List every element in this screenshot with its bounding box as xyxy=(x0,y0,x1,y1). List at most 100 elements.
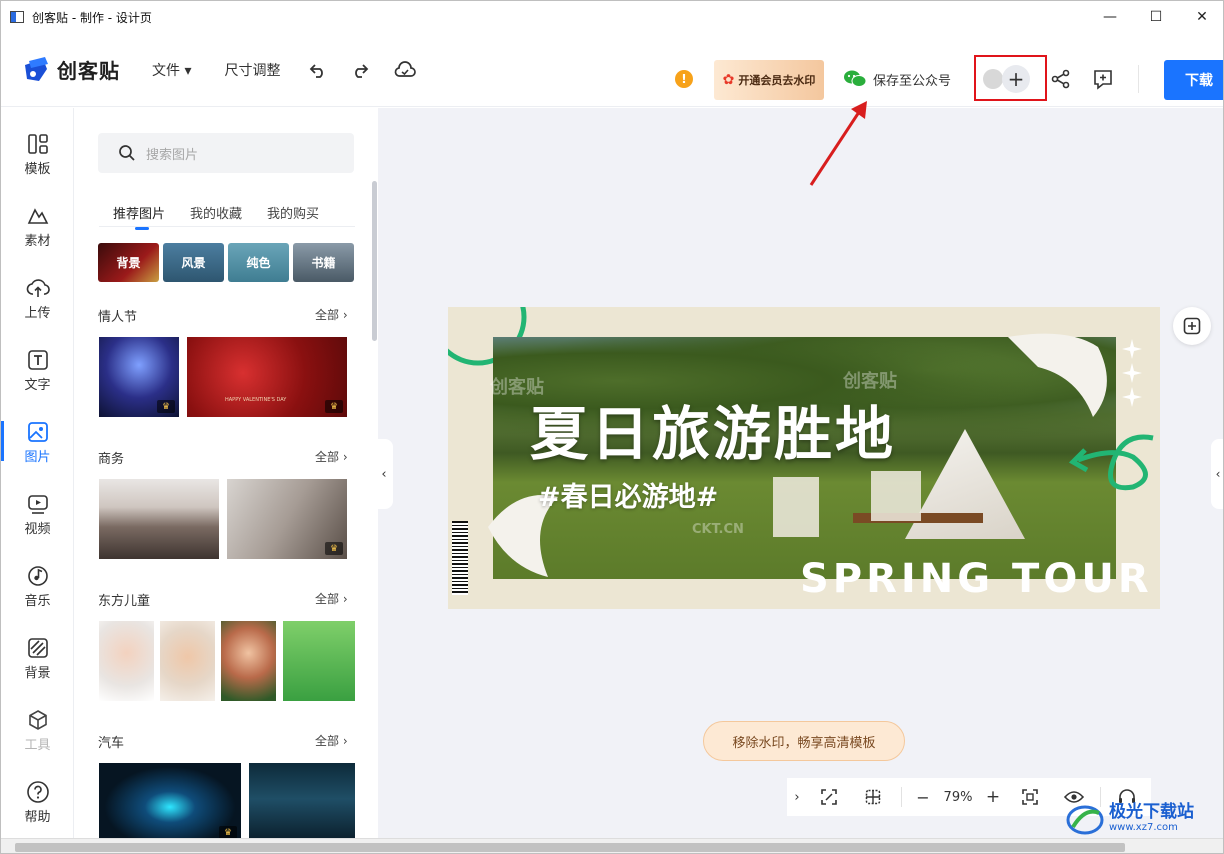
chevron-left-icon: ‹ xyxy=(1215,467,1221,481)
paper-curl-decoration xyxy=(1008,333,1107,417)
panel-tabs: 推荐图片 我的收藏 我的购买 xyxy=(99,203,355,230)
nav-item-template[interactable]: 模板 xyxy=(1,130,74,190)
left-nav: 模板 素材 上传 文字 图片 视频 音乐 背景 工具 帮助 xyxy=(1,108,74,838)
category-books[interactable]: 书籍 xyxy=(293,243,354,282)
image-thumbnail[interactable]: ♛ xyxy=(99,763,241,838)
nav-item-help[interactable]: 帮助 xyxy=(1,778,74,838)
nav-label: 背景 xyxy=(24,666,51,681)
tab-favorites[interactable]: 我的收藏 xyxy=(190,203,242,226)
fullscreen-button[interactable] xyxy=(1008,788,1052,806)
nav-item-image[interactable]: 图片 xyxy=(1,418,74,478)
grid-icon xyxy=(865,789,881,805)
crown-icon: ♛ xyxy=(157,400,175,413)
horizontal-scrollbar[interactable] xyxy=(1,838,1223,853)
design-heading[interactable]: 夏日旅游胜地 xyxy=(530,387,896,471)
zoom-level[interactable]: 79% xyxy=(938,790,978,805)
panel-scrollbar[interactable] xyxy=(372,181,377,341)
image-thumbnail[interactable] xyxy=(221,621,276,701)
collapse-panel-button[interactable]: ‹ xyxy=(375,439,393,509)
add-page-button[interactable] xyxy=(1173,307,1211,345)
resize-menu[interactable]: 尺寸调整 xyxy=(224,60,280,80)
zoom-divider xyxy=(901,787,902,807)
image-thumbnail[interactable] xyxy=(160,621,215,701)
template-icon xyxy=(27,134,48,154)
image-thumbnail[interactable]: ♛ xyxy=(227,479,347,559)
zoom-out-button[interactable]: − xyxy=(908,788,938,807)
search-input[interactable]: 搜索图片 xyxy=(98,133,354,173)
redo-button[interactable] xyxy=(349,59,371,81)
material-icon xyxy=(27,208,48,224)
view-all-link[interactable]: 全部 › xyxy=(315,590,348,607)
nav-item-text[interactable]: 文字 xyxy=(1,346,74,406)
video-icon xyxy=(27,495,48,514)
logo[interactable]: 创客贴 xyxy=(21,55,120,85)
image-thumbnail[interactable] xyxy=(99,621,154,701)
warning-icon[interactable]: ! xyxy=(675,70,693,88)
minimize-button[interactable]: — xyxy=(1087,1,1133,33)
nav-item-material[interactable]: 素材 xyxy=(1,202,74,262)
music-icon xyxy=(27,566,48,586)
nav-label: 工具 xyxy=(24,738,51,753)
expand-toolbar-button[interactable]: › xyxy=(787,790,807,805)
app-window: 创客贴 - 制作 - 设计页 — ☐ ✕ 创客贴 文件 ▾ 尺寸调整 ! ✿ 开… xyxy=(0,0,1224,854)
logo-text: 创客贴 xyxy=(57,59,120,83)
chair xyxy=(871,471,921,521)
sparkle-icon xyxy=(1122,339,1142,407)
chair xyxy=(773,477,819,537)
text-icon xyxy=(27,350,48,370)
grid-toggle-button[interactable] xyxy=(851,788,895,806)
image-thumbnail[interactable]: ♛ xyxy=(99,337,179,417)
save-to-wechat-button[interactable]: 保存至公众号 xyxy=(843,69,951,89)
file-menu[interactable]: 文件 ▾ xyxy=(152,60,191,80)
section-title: 情人节 xyxy=(98,310,138,325)
maximize-button[interactable]: ☐ xyxy=(1133,1,1179,33)
close-button[interactable]: ✕ xyxy=(1179,1,1223,33)
category-background[interactable]: 背景 xyxy=(98,243,159,282)
fit-screen-button[interactable] xyxy=(807,788,851,806)
nav-item-background[interactable]: 背景 xyxy=(1,634,74,694)
undo-button[interactable] xyxy=(307,59,329,81)
site-watermark: 极光下载站 www.xz7.com xyxy=(1065,802,1223,838)
category-solid[interactable]: 纯色 xyxy=(228,243,289,282)
design-subheading[interactable]: #春日必游地# xyxy=(538,475,718,514)
red-arrow-annotation xyxy=(809,101,867,186)
view-all-link[interactable]: 全部 › xyxy=(315,732,348,749)
app-window-icon xyxy=(10,11,24,23)
view-all-link[interactable]: 全部 › xyxy=(315,306,348,323)
image-thumbnail[interactable] xyxy=(283,621,355,701)
scrollbar-thumb[interactable] xyxy=(15,843,1125,852)
watermark-text: CKT.CN xyxy=(692,522,744,537)
nav-item-upload[interactable]: 上传 xyxy=(1,274,74,334)
image-panel: 搜索图片 推荐图片 我的收藏 我的购买 背景 风景 纯色 书籍 情人节 全部 ›… xyxy=(75,108,378,838)
wechat-icon xyxy=(844,70,867,87)
zoom-in-button[interactable]: + xyxy=(978,787,1008,807)
view-all-link[interactable]: 全部 › xyxy=(315,448,348,465)
cloud-sync-button[interactable] xyxy=(394,59,417,81)
nav-item-tools[interactable]: 工具 xyxy=(1,706,74,766)
expand-right-panel-button[interactable]: ‹ xyxy=(1211,439,1223,509)
add-page-icon xyxy=(1183,317,1201,335)
design-english-title[interactable]: SPRING TOUR xyxy=(800,556,1153,602)
image-thumbnail[interactable]: HAPPY VALENTINE'S DAY ♛ xyxy=(187,337,347,417)
add-collaborator-button[interactable]: + xyxy=(1002,65,1030,93)
nav-item-music[interactable]: 音乐 xyxy=(1,562,74,622)
nav-item-video[interactable]: 视频 xyxy=(1,490,74,550)
tab-recommended[interactable]: 推荐图片 xyxy=(113,203,165,230)
window-controls: — ☐ ✕ xyxy=(1087,1,1223,33)
share-icon[interactable] xyxy=(1051,69,1071,89)
category-scenery[interactable]: 风景 xyxy=(163,243,224,282)
fullscreen-icon xyxy=(1022,789,1038,805)
image-thumbnail[interactable] xyxy=(99,479,219,559)
download-button[interactable]: 下载 xyxy=(1164,60,1223,100)
image-icon xyxy=(27,422,48,442)
remove-watermark-banner[interactable]: 移除水印，畅享高清模板 xyxy=(703,721,905,761)
nav-label: 上传 xyxy=(24,306,51,321)
avatar[interactable] xyxy=(983,69,1003,89)
feedback-icon[interactable] xyxy=(1092,68,1114,90)
crown-icon: ♛ xyxy=(325,400,343,413)
image-thumbnail[interactable] xyxy=(249,763,355,838)
window-titlebar: 创客贴 - 制作 - 设计页 — ☐ ✕ xyxy=(1,1,1223,33)
design-canvas[interactable]: 创客贴 创客贴 CKT.CN 夏日旅游胜地 #春日必游地# SPRING TOU… xyxy=(448,307,1160,609)
site-watermark-name: 极光下载站 www.xz7.com xyxy=(1109,804,1194,836)
tab-purchased[interactable]: 我的购买 xyxy=(267,203,319,226)
